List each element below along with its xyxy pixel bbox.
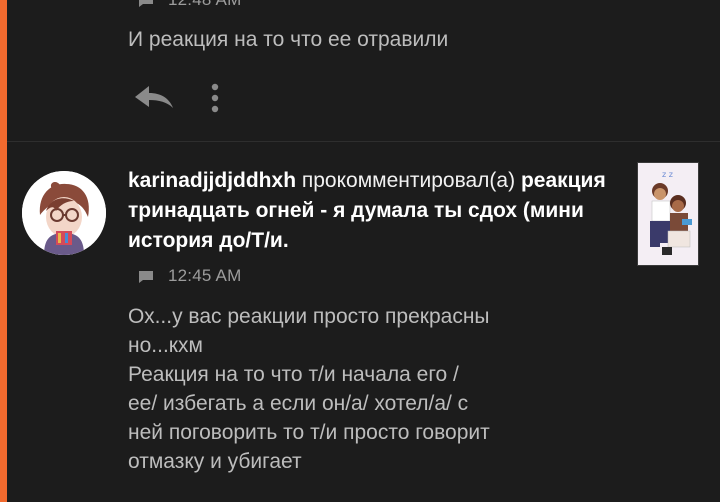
body-line: отмазку и убигает xyxy=(128,450,302,473)
username[interactable]: karinadjjdjddhxh xyxy=(128,169,296,192)
body-line: ее/ избегать а если он/а/ хотел/а/ с xyxy=(128,392,469,415)
more-vertical-icon[interactable] xyxy=(211,83,219,113)
notification-body: Ох...у вас реакции просто прекрасны но..… xyxy=(128,302,598,476)
comment-meta: 12:48 AM xyxy=(138,0,241,12)
avatar[interactable] xyxy=(22,171,106,255)
thumb-text: z z xyxy=(662,170,673,179)
notification-meta: 12:45 AM xyxy=(138,264,241,288)
notification-headline[interactable]: karinadjjdjddhxh прокомментировал(а) реа… xyxy=(128,166,628,256)
story-thumbnail[interactable]: z z xyxy=(637,162,699,266)
action-text: прокомментировал(а) xyxy=(301,169,516,192)
body-line: ней поговорить то т/и просто говорит xyxy=(128,421,490,444)
comment-actions xyxy=(133,80,219,116)
comment-text: И реакция на то что ее отравили xyxy=(128,28,449,51)
notification-time: 12:45 AM xyxy=(168,266,242,285)
comment-icon xyxy=(138,270,154,283)
body-line: Ох...у вас реакции просто прекрасны xyxy=(128,305,490,328)
accent-bar xyxy=(0,0,7,502)
body-line: Реакция на то что т/и начала его / xyxy=(128,363,459,386)
comment-icon xyxy=(138,0,154,7)
notification-card[interactable]: karinadjjdjddhxh прокомментировал(а) реа… xyxy=(7,142,720,502)
comment-time: 12:48 AM xyxy=(168,0,241,10)
previous-comment-card: 12:48 AM И реакция на то что ее отравили xyxy=(7,0,720,141)
reply-icon[interactable] xyxy=(133,83,175,113)
body-line: но...кхм xyxy=(128,334,203,357)
